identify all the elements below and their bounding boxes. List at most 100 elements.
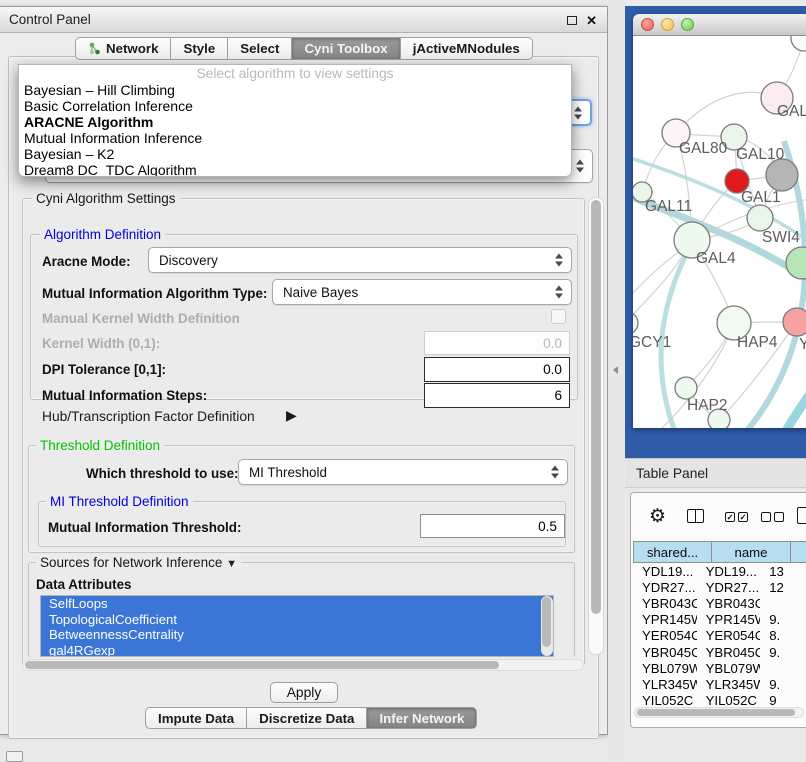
settings-scrollbar-thumb[interactable] — [591, 200, 601, 614]
divider-collapse-icon[interactable] — [613, 366, 618, 374]
float-panel-icon[interactable] — [567, 16, 577, 25]
aracne-mode-combobox[interactable]: Discovery — [148, 247, 572, 273]
combo-stepper-icon — [574, 106, 583, 119]
network-view-desktop: GALGAL80GAL10GAL11GAL1SWI4GAL4GCY1HAP4YH… — [625, 6, 806, 458]
algorithm-menu-item[interactable]: Dream8 DC_TDC Algorithm — [19, 162, 571, 177]
aracne-mode-value: Discovery — [159, 253, 218, 268]
column-header-1[interactable]: shared... — [633, 541, 712, 563]
minimize-traffic-light-icon[interactable] — [661, 18, 674, 31]
panel-divider[interactable] — [608, 0, 625, 762]
table-cell: 9 — [760, 693, 806, 706]
table-cell: 9. — [760, 645, 806, 660]
tab-network[interactable]: Network — [75, 37, 171, 60]
network-edge[interactable] — [771, 361, 806, 428]
attr-list-scrollbar[interactable] — [541, 596, 553, 656]
tab-label: Style — [183, 41, 215, 56]
table-row[interactable]: YER054CYER054C8. — [633, 628, 806, 644]
network-graph[interactable]: GALGAL80GAL10GAL11GAL1SWI4GAL4GCY1HAP4YH… — [633, 36, 806, 428]
table-hscrollbar[interactable] — [634, 707, 804, 718]
node-label: GAL — [777, 103, 806, 120]
network-node[interactable] — [786, 247, 806, 279]
algorithm-dropdown-popup: Select algorithm to view settings Bayesi… — [18, 64, 572, 177]
control-panel-window: Control Panel ✕ NetworkStyleSelectCyni T… — [0, 6, 608, 735]
data-attributes-label: Data Attributes — [36, 577, 131, 592]
data-attribute-item[interactable]: BetweennessCentrality — [41, 627, 553, 643]
settings-hscrollbar[interactable] — [22, 659, 584, 671]
table-row[interactable]: YDL19...YDL19...13 — [633, 563, 806, 579]
table-row[interactable]: YBR043CYBR043C — [633, 595, 806, 611]
network-node[interactable] — [675, 377, 697, 399]
combo-stepper-icon — [551, 466, 560, 479]
tab-cyni-toolbox[interactable]: Cyni Toolbox — [292, 37, 400, 60]
mi-type-combobox[interactable]: Naive Bayes — [272, 279, 572, 305]
tab-jactivemnodules[interactable]: jActiveMNodules — [401, 37, 533, 60]
hub-expand-arrow-icon[interactable]: ▶ — [286, 407, 297, 424]
hub-definition-label: Hub/Transcription Factor Definition — [42, 409, 255, 424]
data-attributes-list[interactable]: SelfLoopsTopologicalCoefficientBetweenne… — [40, 595, 554, 657]
settings-scrollbar[interactable] — [588, 197, 604, 655]
network-node[interactable] — [633, 312, 638, 334]
table-hscrollbar-thumb[interactable] — [637, 709, 795, 716]
algorithm-menu-item[interactable]: Bayesian – Hill Climbing — [19, 82, 571, 98]
mi-steps-field[interactable]: 6 — [424, 383, 570, 408]
network-canvas[interactable]: GALGAL80GAL10GAL11GAL1SWI4GAL4GCY1HAP4YH… — [633, 36, 806, 428]
dpi-tolerance-label: DPI Tolerance [0,1]: — [42, 362, 166, 377]
gear-icon[interactable]: ⚙ — [649, 505, 666, 528]
combo-stepper-icon — [576, 160, 585, 173]
table-row[interactable]: YBR045CYBR045C9. — [633, 644, 806, 660]
algorithm-menu-item[interactable]: ARACNE Algorithm — [19, 114, 571, 130]
tab-discretize-data[interactable]: Discretize Data — [247, 707, 367, 729]
data-attribute-item[interactable]: gal4RGexp — [41, 643, 553, 658]
node-label: GAL11 — [645, 198, 692, 215]
kernel-width-field[interactable]: 0.0 — [424, 331, 570, 355]
collapsed-panel-icon[interactable] — [6, 751, 23, 762]
tab-infer-network[interactable]: Infer Network — [367, 707, 477, 729]
node-label: GAL1 — [741, 189, 781, 206]
table-header-row: shared...nameA — [633, 541, 806, 563]
attr-list-scrollbar-thumb[interactable] — [542, 597, 551, 647]
network-window: GALGAL80GAL10GAL11GAL1SWI4GAL4GCY1HAP4YH… — [633, 14, 806, 428]
apply-button[interactable]: Apply — [270, 682, 338, 703]
node-label: GAL80 — [679, 140, 728, 157]
mi-threshold-field[interactable]: 0.5 — [420, 514, 565, 538]
column-header-2[interactable]: name — [712, 541, 791, 563]
new-table-icon[interactable] — [797, 507, 806, 524]
table-row[interactable]: YIL052CYIL052C9 — [633, 693, 806, 707]
tab-label: Select — [240, 41, 279, 56]
table-row[interactable]: YPR145WYPR145W9. — [633, 612, 806, 628]
table-row[interactable]: YDR27...YDR27...12 — [633, 579, 806, 595]
mi-steps-value: 6 — [554, 388, 562, 403]
network-node[interactable] — [766, 159, 798, 191]
close-traffic-light-icon[interactable] — [641, 18, 654, 31]
select-all-columns-icon[interactable]: ✓✓ — [725, 512, 748, 522]
table-row[interactable]: YBL079WYBL079W — [633, 660, 806, 676]
table-cell: YBR045C — [697, 645, 761, 660]
network-node[interactable] — [783, 308, 806, 336]
algorithm-menu-item[interactable]: Basic Correlation Inference — [19, 98, 571, 114]
column-header-3[interactable]: A — [791, 541, 806, 563]
table-row[interactable]: YLR345WYLR345W9. — [633, 676, 806, 692]
mi-threshold-label: Mutual Information Threshold: — [48, 520, 241, 535]
table-cell: YBR043C — [697, 596, 761, 611]
close-icon[interactable]: ✕ — [586, 14, 597, 27]
zoom-traffic-light-icon[interactable] — [681, 18, 694, 31]
algorithm-menu-item[interactable]: Bayesian – K2 — [19, 146, 571, 162]
data-attribute-item[interactable]: SelfLoops — [41, 596, 553, 612]
table-cell: YIL052C — [697, 693, 761, 706]
dpi-tolerance-field[interactable]: 0.0 — [424, 357, 570, 382]
network-node[interactable] — [747, 205, 773, 231]
data-attribute-item[interactable]: TopologicalCoefficient — [41, 612, 553, 628]
tab-impute-data[interactable]: Impute Data — [145, 707, 247, 729]
columns-icon[interactable] — [687, 509, 704, 523]
settings-hscrollbar-thumb[interactable] — [25, 661, 499, 669]
tab-select[interactable]: Select — [228, 37, 292, 60]
tab-style[interactable]: Style — [171, 37, 228, 60]
manual-kernel-checkbox[interactable] — [551, 309, 566, 324]
algorithm-menu-item[interactable]: Mutual Information Inference — [19, 130, 571, 146]
unselect-all-columns-icon[interactable] — [761, 512, 784, 522]
which-threshold-combobox[interactable]: MI Threshold — [238, 459, 568, 485]
table-panel-title: Table Panel — [636, 466, 708, 481]
sources-collapse-arrow-icon[interactable]: ▼ — [226, 558, 237, 570]
network-node[interactable] — [791, 36, 806, 51]
table-cell: 9. — [760, 677, 806, 692]
